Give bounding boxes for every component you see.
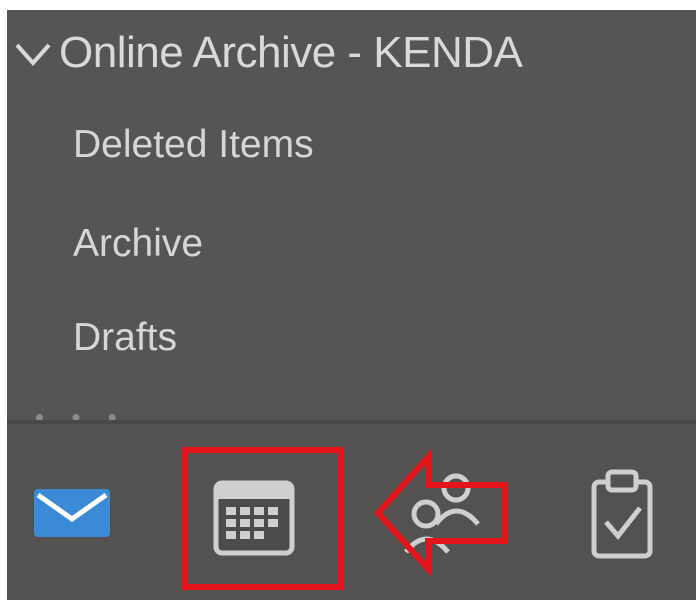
tasks-icon[interactable]: [590, 468, 654, 560]
highlight-box: [181, 447, 344, 590]
folder-item-deleted-items[interactable]: Deleted Items: [73, 123, 314, 167]
folder-item-archive[interactable]: Archive: [73, 222, 203, 266]
mail-icon[interactable]: [32, 487, 112, 539]
mailbox-title: Online Archive - KENDA: [59, 28, 523, 77]
folder-item-drafts[interactable]: Drafts: [73, 316, 177, 360]
mailbox-header[interactable]: Online Archive - KENDA: [13, 24, 523, 82]
chevron-down-icon[interactable]: [13, 33, 53, 73]
red-arrow-annotation: [373, 449, 507, 575]
